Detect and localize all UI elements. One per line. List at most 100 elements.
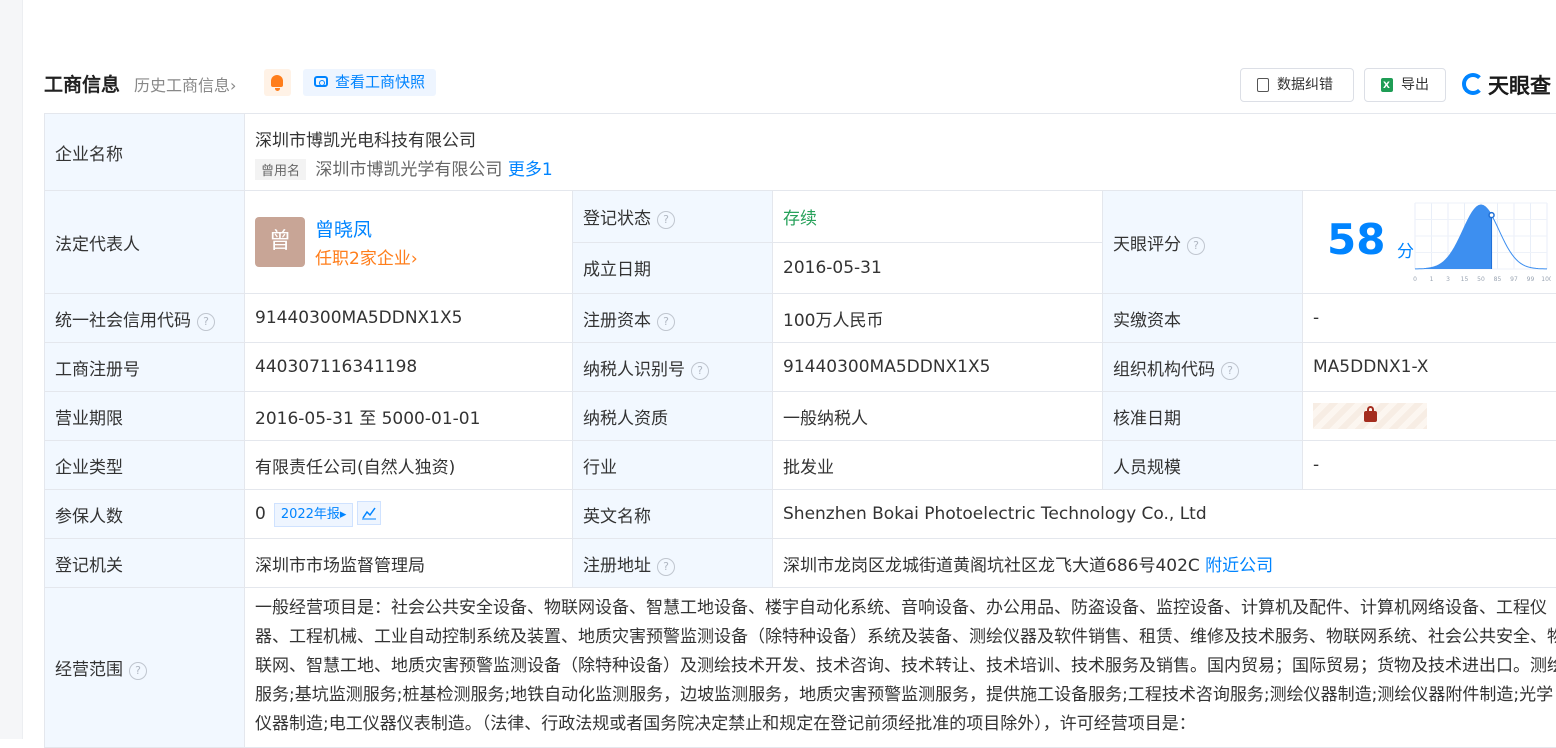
- data-correction-label: 数据纠错: [1277, 69, 1333, 101]
- snapshot-button[interactable]: 查看工商快照: [303, 69, 436, 96]
- insured-value: 0: [255, 504, 266, 524]
- taxpayer-qual-value: 一般纳税人: [773, 392, 1103, 441]
- axis-tick-label: 15: [1461, 276, 1469, 283]
- alias-tag: 曾用名: [255, 159, 306, 180]
- score-area: [1415, 205, 1492, 269]
- org-code-label: 组织机构代码?: [1103, 343, 1303, 392]
- industry-value: 批发业: [773, 441, 1103, 490]
- paid-capital-label: 实缴资本: [1103, 294, 1303, 343]
- camera-icon: [314, 76, 328, 87]
- table-row: 登记机关 深圳市市场监督管理局 注册地址? 深圳市龙岗区龙城街道黄阁坑社区龙飞大…: [45, 539, 1556, 588]
- axis-tick-label: 99: [1527, 276, 1535, 283]
- help-icon[interactable]: ?: [657, 558, 675, 576]
- help-icon[interactable]: ?: [129, 662, 147, 680]
- score-cell: 58 分 0 1 3 15 50 85 97 99 100: [1303, 191, 1556, 294]
- data-correction-button[interactable]: 数据纠错: [1240, 68, 1354, 102]
- logo-text: 天眼查: [1488, 70, 1551, 100]
- section-header: 工商信息 历史工商信息› 查看工商快照 数据纠错 导出 天眼查: [44, 68, 1556, 100]
- biz-term-value: 2016-05-31 至 5000-01-01: [245, 392, 573, 441]
- nearby-companies-link[interactable]: 附近公司: [1205, 556, 1273, 576]
- help-icon[interactable]: ?: [1221, 362, 1239, 380]
- axis-tick-label: 85: [1494, 276, 1502, 283]
- reg-authority-value: 深圳市市场监督管理局: [245, 539, 573, 588]
- history-label[interactable]: 历史工商信息: [134, 76, 230, 95]
- alias-name: 深圳市博凯光学有限公司: [315, 160, 502, 180]
- biz-term-label: 营业期限: [45, 392, 245, 441]
- help-icon[interactable]: ?: [657, 211, 675, 229]
- axis-tick-label: 0: [1413, 276, 1417, 283]
- monitor-bell-button[interactable]: [264, 69, 291, 96]
- staff-size-label: 人员规模: [1103, 441, 1303, 490]
- approval-date-value: [1303, 392, 1556, 441]
- company-type-label: 企业类型: [45, 441, 245, 490]
- score-distribution-chart: 0 1 3 15 50 85 97 99 100: [1413, 199, 1551, 283]
- export-label: 导出: [1401, 69, 1429, 101]
- axis-tick-label: 1: [1430, 276, 1434, 283]
- axis-tick-label: 50: [1477, 276, 1485, 283]
- chevron-right-icon: ›: [230, 76, 236, 95]
- axis-tick-label: 97: [1510, 276, 1518, 283]
- help-icon[interactable]: ?: [197, 313, 215, 331]
- table-row: 参保人数 0 2022年报▸ 英文名称 Shenzhen Bokai Photoe…: [45, 490, 1556, 539]
- trend-chart-icon[interactable]: [357, 501, 381, 525]
- score-value: 58: [1327, 215, 1385, 264]
- found-date-label: 成立日期: [573, 242, 773, 294]
- english-name-label: 英文名称: [573, 490, 773, 539]
- company-name-cell: 深圳市博凯光电科技有限公司 曾用名 深圳市博凯光学有限公司 更多1: [245, 114, 1556, 191]
- help-icon[interactable]: ?: [691, 362, 709, 380]
- export-button[interactable]: 导出: [1364, 68, 1446, 102]
- table-row: 法定代表人 曾 曾晓凤 任职2家企业› 登记状态? 存续 天眼评分? 58 分 …: [45, 191, 1556, 243]
- document-icon: [1257, 78, 1269, 92]
- approval-date-label: 核准日期: [1103, 392, 1303, 441]
- reg-address-cell: 深圳市龙岗区龙城街道黄阁坑社区龙飞大道686号402C 附近公司: [773, 539, 1556, 588]
- business-info-table: 企业名称 深圳市博凯光电科技有限公司 曾用名 深圳市博凯光学有限公司 更多1 法…: [44, 113, 1556, 748]
- score-unit: 分: [1397, 237, 1414, 262]
- taxpayer-qual-label: 纳税人资质: [573, 392, 773, 441]
- help-icon[interactable]: ?: [1187, 237, 1205, 255]
- table-row: 经营范围? 一般经营项目是：社会公共安全设备、物联网设备、智慧工地设备、楼宇自动…: [45, 588, 1556, 748]
- company-type-value: 有限责任公司(自然人独资): [245, 441, 573, 490]
- table-row: 营业期限 2016-05-31 至 5000-01-01 纳税人资质 一般纳税人…: [45, 392, 1556, 441]
- avatar[interactable]: 曾: [255, 217, 305, 267]
- excel-icon: [1381, 78, 1393, 92]
- logo-icon: [1462, 73, 1484, 95]
- status-badge: 存续: [783, 209, 817, 229]
- section-title: 工商信息: [44, 70, 120, 97]
- taxpayer-id-label: 纳税人识别号?: [573, 343, 773, 392]
- scope-value: 一般经营项目是：社会公共安全设备、物联网设备、智慧工地设备、楼宇自动化系统、音响…: [245, 588, 1556, 748]
- legal-rep-label: 法定代表人: [45, 191, 245, 294]
- reg-address-value: 深圳市龙岗区龙城街道黄阁坑社区龙飞大道686号402C: [783, 556, 1200, 576]
- company-name: 深圳市博凯光电科技有限公司: [255, 126, 1556, 151]
- credit-code-label: 统一社会信用代码?: [45, 294, 245, 343]
- reg-capital-label: 注册资本?: [573, 294, 773, 343]
- legal-rep-jobs-link[interactable]: 任职2家企业›: [315, 244, 418, 269]
- score-marker-dot: [1489, 213, 1494, 218]
- axis-tick-label: 100: [1541, 276, 1551, 283]
- locked-value[interactable]: [1313, 403, 1427, 429]
- org-code-value: MA5DDNX1-X: [1303, 343, 1556, 392]
- history-link[interactable]: 历史工商信息›: [134, 72, 236, 96]
- staff-size-value: -: [1303, 441, 1556, 490]
- table-row: 企业名称 深圳市博凯光电科技有限公司 曾用名 深圳市博凯光学有限公司 更多1: [45, 114, 1556, 191]
- reg-address-label: 注册地址?: [573, 539, 773, 588]
- help-icon[interactable]: ?: [657, 313, 675, 331]
- legal-rep-name[interactable]: 曾晓凤: [315, 215, 372, 242]
- paid-capital-value: -: [1303, 294, 1556, 343]
- english-name-value: Shenzhen Bokai Photoelectric Technology …: [773, 490, 1556, 539]
- score-label: 天眼评分?: [1103, 191, 1303, 294]
- biz-reg-no-value: 440307116341198: [245, 343, 573, 392]
- reg-status-value: 存续: [773, 191, 1103, 243]
- bell-icon: [271, 75, 283, 87]
- table-row: 工商注册号 440307116341198 纳税人识别号? 91440300MA…: [45, 343, 1556, 392]
- reg-authority-label: 登记机关: [45, 539, 245, 588]
- snapshot-label: 查看工商快照: [335, 69, 425, 96]
- biz-reg-no-label: 工商注册号: [45, 343, 245, 392]
- table-row: 统一社会信用代码? 91440300MA5DDNX1X5 注册资本? 100万人…: [45, 294, 1556, 343]
- table-row: 企业类型 有限责任公司(自然人独资) 行业 批发业 人员规模 -: [45, 441, 1556, 490]
- insured-label: 参保人数: [45, 490, 245, 539]
- annual-report-tag[interactable]: 2022年报▸: [274, 503, 354, 527]
- alias-more-link[interactable]: 更多1: [508, 160, 553, 180]
- reg-status-label: 登记状态?: [573, 191, 773, 243]
- left-gutter: [0, 0, 23, 739]
- axis-tick-label: 3: [1446, 276, 1450, 283]
